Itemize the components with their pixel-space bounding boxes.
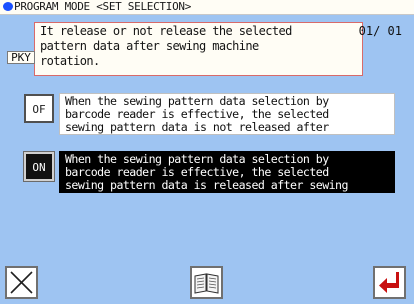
close-x-icon (10, 271, 33, 294)
manual-button[interactable] (190, 266, 223, 299)
option-off-label: OF (32, 103, 46, 116)
option-off-text: When the sewing pattern data selection b… (65, 94, 329, 134)
option-on-description[interactable]: When the sewing pattern data selection b… (59, 151, 395, 193)
parameter-key-label: PKY (7, 51, 35, 64)
page-counter: 01/ 01 (358, 24, 402, 38)
screen-title: PROGRAM MODE <SET SELECTION> (14, 0, 192, 13)
title-bar: PROGRAM MODE <SET SELECTION> (0, 0, 414, 15)
status-dot-icon (3, 2, 13, 11)
option-on-label: ON (32, 161, 46, 174)
cancel-button[interactable] (5, 266, 38, 299)
option-on-text: When the sewing pattern data selection b… (65, 152, 348, 192)
info-panel: It release or not release the selected p… (34, 22, 363, 76)
program-mode-screen: PROGRAM MODE <SET SELECTION> It release … (0, 0, 414, 304)
open-book-icon (194, 273, 219, 294)
enter-return-icon (379, 272, 399, 293)
option-off-description[interactable]: When the sewing pattern data selection b… (59, 93, 395, 135)
info-text: It release or not release the selected p… (40, 24, 292, 68)
enter-button[interactable] (373, 266, 406, 299)
option-off-button[interactable]: OF (24, 94, 54, 123)
option-on-button[interactable]: ON (24, 152, 54, 181)
